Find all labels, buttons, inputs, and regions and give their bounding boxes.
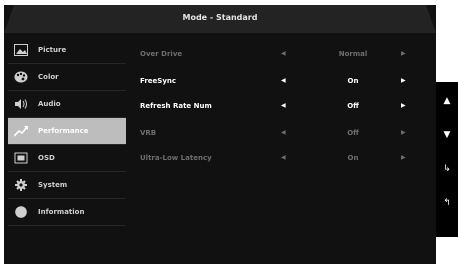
speaker-icon — [15, 99, 27, 109]
arrow-right-icon[interactable]: ▶ — [401, 77, 406, 84]
setting-row-vrb[interactable]: VRB ◀ Off ▶ — [140, 129, 430, 143]
sidebar-item-color[interactable]: Color — [8, 64, 126, 91]
sidebar-item-osd[interactable]: OSD — [8, 145, 126, 172]
up-key-icon[interactable]: ▲ — [436, 94, 458, 108]
setting-name: Ultra-Low Latency — [140, 154, 212, 162]
osd-menu: Mode - Standard Picture Color Audio Perf… — [4, 5, 436, 264]
arrow-left-icon[interactable]: ◀ — [281, 50, 286, 57]
mode-title: Mode - Standard — [182, 13, 258, 22]
setting-row-refresh-rate-num[interactable]: Refresh Rate Num ◀ Off ▶ — [140, 102, 430, 116]
setting-row-freesync[interactable]: FreeSync ◀ On ▶ — [140, 77, 430, 91]
menu-header: Mode - Standard — [4, 5, 436, 33]
setting-row-ultra-low-latency[interactable]: Ultra-Low Latency ◀ On ▶ — [140, 154, 430, 168]
hotkey-guide: ▲ ▼ ↳ ↰ — [436, 82, 458, 237]
performance-icon — [14, 126, 28, 137]
sidebar-item-system[interactable]: System — [8, 172, 126, 199]
back-key-icon[interactable]: ↰ — [436, 196, 458, 210]
setting-row-over-drive[interactable]: Over Drive ◀ Normal ▶ — [140, 50, 430, 64]
sidebar-item-label: Information — [38, 208, 85, 216]
sidebar-item-label: Audio — [38, 100, 61, 108]
setting-name: Over Drive — [140, 50, 183, 58]
palette-icon — [14, 71, 28, 83]
setting-value: Off — [347, 129, 359, 137]
setting-value: On — [347, 154, 359, 162]
picture-icon — [14, 44, 28, 56]
sidebar: Picture Color Audio Performance OSD Syst… — [8, 37, 126, 226]
setting-value: Off — [347, 102, 359, 110]
arrow-left-icon[interactable]: ◀ — [281, 154, 286, 161]
down-key-icon[interactable]: ▼ — [436, 128, 458, 142]
sidebar-item-performance[interactable]: Performance — [8, 118, 126, 145]
arrow-left-icon[interactable]: ◀ — [281, 77, 286, 84]
setting-value: Normal — [338, 50, 368, 58]
sidebar-item-label: Picture — [38, 46, 67, 54]
sidebar-item-information[interactable]: Information — [8, 199, 126, 226]
sidebar-item-label: OSD — [38, 154, 55, 162]
setting-name: Refresh Rate Num — [140, 102, 212, 110]
arrow-right-icon[interactable]: ▶ — [401, 129, 406, 136]
setting-name: VRB — [140, 129, 157, 137]
sidebar-item-label: System — [38, 181, 68, 189]
setting-value: On — [347, 77, 359, 85]
sidebar-item-label: Color — [38, 73, 59, 81]
sidebar-item-picture[interactable]: Picture — [8, 37, 126, 64]
osd-icon — [14, 152, 28, 164]
enter-key-icon[interactable]: ↳ — [436, 162, 458, 176]
arrow-right-icon[interactable]: ▶ — [401, 50, 406, 57]
arrow-right-icon[interactable]: ▶ — [401, 102, 406, 109]
gear-icon — [15, 179, 27, 191]
arrow-left-icon[interactable]: ◀ — [281, 129, 286, 136]
arrow-right-icon[interactable]: ▶ — [401, 154, 406, 161]
header-notch-right — [426, 5, 436, 33]
sidebar-item-label: Performance — [38, 127, 89, 135]
info-icon — [15, 206, 27, 218]
setting-name: FreeSync — [140, 77, 177, 85]
sidebar-item-audio[interactable]: Audio — [8, 91, 126, 118]
arrow-left-icon[interactable]: ◀ — [281, 102, 286, 109]
